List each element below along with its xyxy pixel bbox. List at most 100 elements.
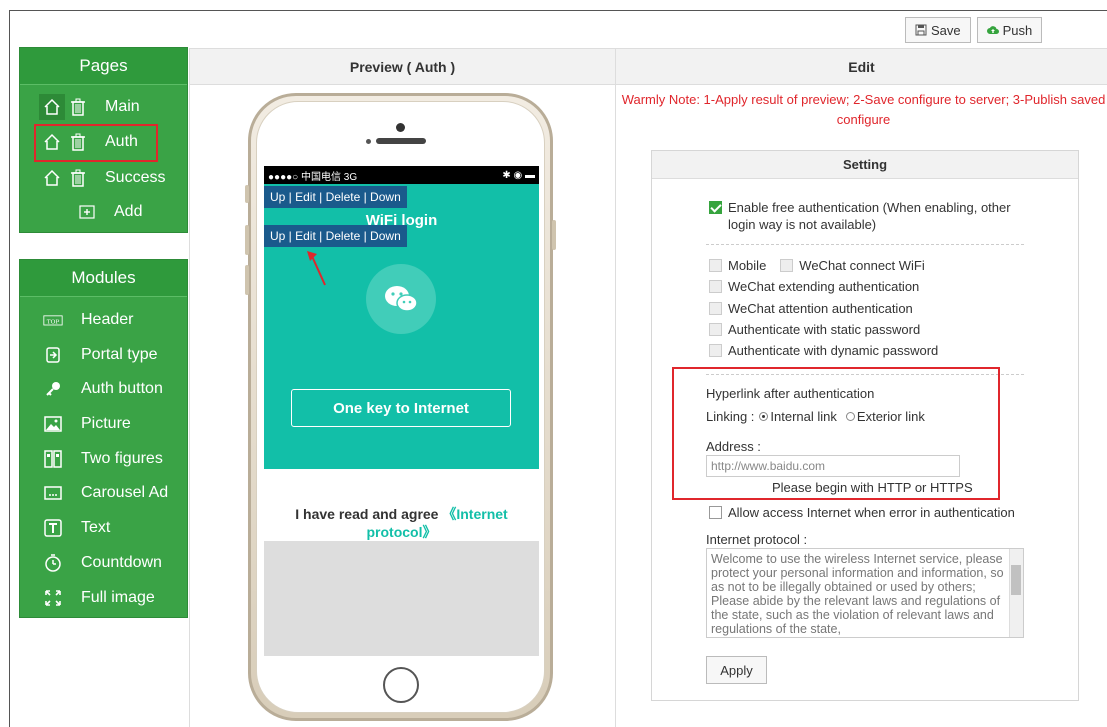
wechat-attention-label: WeChat attention authentication [728, 301, 913, 316]
pages-title: Pages [20, 48, 187, 85]
allow-error-checkbox[interactable] [709, 506, 722, 519]
module-full-image[interactable]: Full image [40, 584, 155, 612]
trash-icon[interactable] [65, 165, 91, 191]
module-toolbar-header[interactable]: Up | Edit | Delete | Down [264, 186, 407, 208]
wechat-icon [366, 264, 436, 334]
setting-title: Setting [652, 151, 1078, 179]
allow-error-row[interactable]: Allow access Internet when error in auth… [709, 505, 1015, 520]
push-label: Push [1002, 22, 1033, 38]
enable-free-label: Enable free authentication (When enablin… [728, 200, 1011, 232]
status-icons: ✱ ◉ ▬ [502, 169, 535, 181]
scrollbar-thumb[interactable] [1011, 565, 1021, 595]
module-two-figures[interactable]: Two figures [40, 445, 163, 473]
two-figures-icon [40, 449, 66, 469]
home-icon[interactable] [39, 165, 65, 191]
page-item-main[interactable]: Main [39, 93, 140, 121]
highlight-auth-page [34, 124, 158, 162]
phone-screen: ●●●●○ 中国电信 3G ✱ ◉ ▬ WiFi login One key t… [264, 166, 539, 656]
red-arrow-annotation [307, 251, 326, 286]
module-label: Auth button [81, 380, 163, 397]
module-label: Carousel Ad [81, 484, 169, 501]
dynamic-pwd-label: Authenticate with dynamic password [728, 343, 939, 358]
enable-free-row[interactable]: Enable free authentication (When enablin… [709, 199, 1019, 233]
phone-side-button [245, 265, 249, 295]
wechat-wifi-label: WeChat connect WiFi [799, 258, 925, 273]
page-label-success: Success [105, 169, 166, 186]
timer-icon [40, 553, 66, 573]
protocol-textarea[interactable]: Welcome to use the wireless Internet ser… [706, 548, 1024, 638]
highlight-hyperlink [672, 367, 1000, 500]
wechat-attention-checkbox[interactable] [709, 302, 722, 315]
static-pwd-checkbox[interactable] [709, 323, 722, 336]
static-pwd-row[interactable]: Authenticate with static password [709, 322, 920, 337]
phone-side-button [245, 225, 249, 255]
divider [615, 48, 616, 727]
module-header[interactable]: TOP Header [40, 306, 133, 334]
wechat-extend-row[interactable]: WeChat extending authentication [709, 279, 919, 294]
cloud-upload-icon [986, 26, 999, 34]
divider [706, 244, 1024, 245]
page-item-success[interactable]: Success [39, 164, 165, 192]
static-pwd-label: Authenticate with static password [728, 322, 921, 337]
carrier-text: ●●●●○ 中国电信 3G [268, 171, 358, 183]
dynamic-pwd-row[interactable]: Authenticate with dynamic password [709, 343, 938, 358]
text-icon [40, 518, 66, 538]
textarea-scrollbar[interactable] [1009, 549, 1023, 637]
allow-error-label: Allow access Internet when error in auth… [728, 505, 1015, 520]
protocol-label: Internet protocol : [706, 532, 808, 547]
preview-title: Preview ( Auth ) [190, 48, 615, 85]
module-carousel-ad[interactable]: Carousel Ad [40, 479, 168, 507]
add-page-label: Add [114, 203, 143, 220]
save-label: Save [931, 22, 961, 38]
top-icon: TOP [40, 310, 66, 330]
phone-side-button [245, 185, 249, 203]
wechat-extend-label: WeChat extending authentication [728, 279, 920, 294]
enable-free-checkbox[interactable] [709, 201, 722, 214]
module-label: Header [81, 311, 134, 328]
module-label: Two figures [81, 450, 163, 467]
wechat-wifi-checkbox[interactable] [780, 259, 794, 272]
module-countdown[interactable]: Countdown [40, 549, 162, 577]
module-label: Text [81, 519, 111, 536]
module-label: Countdown [81, 554, 162, 571]
wechat-extend-checkbox[interactable] [709, 280, 722, 293]
one-key-button[interactable]: One key to Internet [291, 389, 511, 427]
module-picture[interactable]: Picture [40, 410, 131, 438]
divider [189, 48, 190, 727]
agree-text: I have read and agree 《Internet protocol… [264, 505, 539, 541]
wechat-attention-row[interactable]: WeChat attention authentication [709, 301, 913, 316]
module-label: Full image [81, 589, 155, 606]
phone-camera [396, 123, 405, 132]
phone-home-button [383, 667, 419, 703]
warm-note: Warmly Note: 1-Apply result of preview; … [621, 92, 1106, 127]
login-icon [40, 345, 66, 365]
phone-sensor [366, 139, 371, 144]
apply-button[interactable]: Apply [706, 656, 767, 684]
module-label: Portal type [81, 346, 158, 363]
push-button[interactable]: Push [976, 17, 1043, 43]
dynamic-pwd-checkbox[interactable] [709, 344, 722, 357]
add-page-button[interactable]: Add [74, 198, 142, 226]
trash-icon[interactable] [65, 94, 91, 120]
plus-square-icon [74, 199, 100, 225]
edit-title: Edit [616, 48, 1107, 85]
save-button[interactable]: Save [905, 17, 971, 43]
module-text[interactable]: Text [40, 514, 110, 542]
phone-side-button [552, 220, 556, 250]
mobile-checkbox[interactable] [709, 259, 722, 272]
top-toolbar: Save Push [905, 17, 1043, 43]
status-bar: ●●●●○ 中国电信 3G ✱ ◉ ▬ [264, 166, 539, 184]
module-auth-button[interactable]: Auth button [40, 375, 163, 403]
mobile-label: Mobile [728, 258, 767, 273]
key-icon [40, 379, 66, 399]
module-label: Picture [81, 415, 131, 432]
phone-speaker [376, 138, 426, 144]
module-portal-type[interactable]: Portal type [40, 341, 157, 369]
modules-title: Modules [20, 260, 187, 297]
protocol-text: Welcome to use the wireless Internet ser… [711, 552, 1004, 636]
mobile-row[interactable]: Mobile WeChat connect WiFi [709, 258, 925, 273]
svg-text:TOP: TOP [47, 319, 60, 325]
home-icon[interactable] [39, 94, 65, 120]
module-toolbar-portal[interactable]: Up | Edit | Delete | Down [264, 225, 407, 247]
image-icon [40, 414, 66, 434]
